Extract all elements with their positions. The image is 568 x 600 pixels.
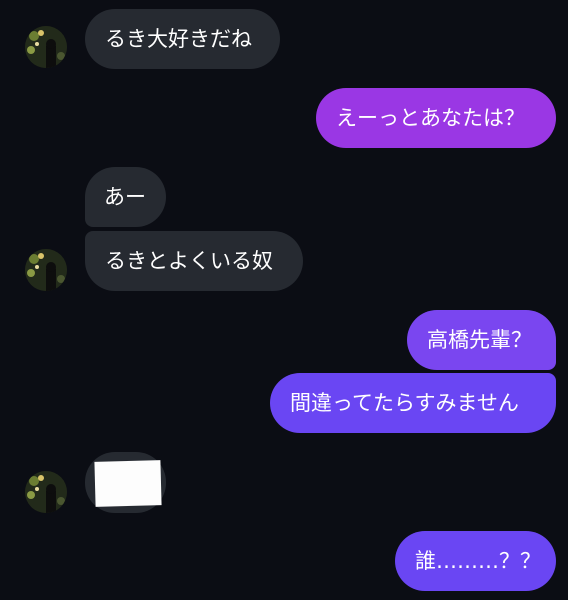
message-text: 間違ってたらすみません xyxy=(290,391,519,415)
message-bubble-sent[interactable]: 間違ってたらすみません xyxy=(270,373,556,433)
message-bubble-received[interactable]: るきとよくいる奴 xyxy=(85,231,303,291)
sender-avatar[interactable] xyxy=(25,249,67,291)
redacted-image xyxy=(94,460,162,507)
sender-avatar[interactable] xyxy=(25,26,67,68)
message-text: 誰………？？ xyxy=(415,549,541,573)
message-bubble-received[interactable]: あー xyxy=(85,167,166,227)
message-text: あー xyxy=(104,185,146,209)
message-bubble-received[interactable] xyxy=(85,452,166,513)
message-bubble-sent[interactable]: 高橋先輩？ xyxy=(407,310,556,370)
message-text: るき大好きだね xyxy=(105,27,252,51)
sender-avatar[interactable] xyxy=(25,471,67,513)
message-text: 高橋先輩？ xyxy=(427,328,532,352)
message-bubble-sent[interactable]: 誰………？？ xyxy=(395,531,556,591)
message-bubble-received[interactable]: るき大好きだね xyxy=(85,9,280,69)
message-bubble-sent[interactable]: えーっとあなたは？ xyxy=(316,88,556,148)
message-text: るきとよくいる奴 xyxy=(105,249,273,273)
message-text: えーっとあなたは？ xyxy=(336,106,525,130)
